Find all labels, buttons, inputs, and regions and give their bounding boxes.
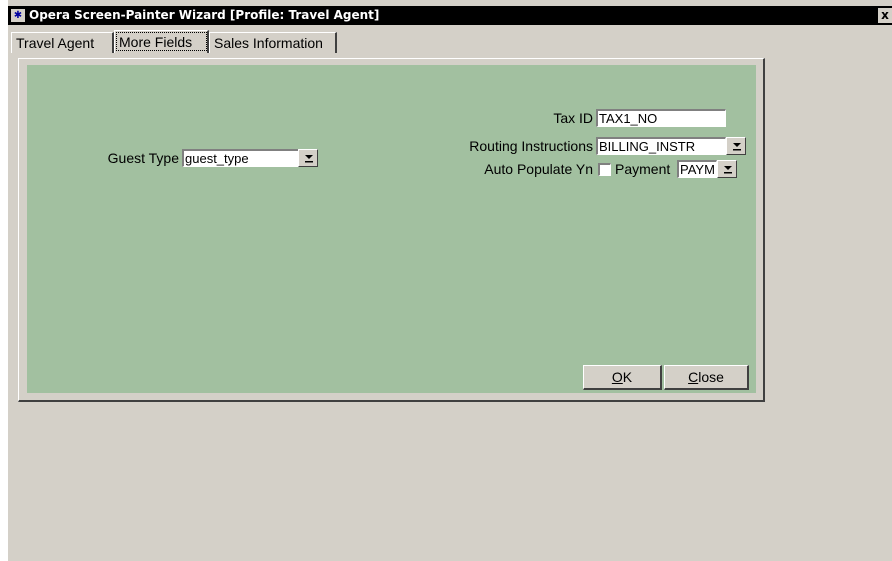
close-mnemonic: C	[688, 369, 699, 385]
guest-type-dropdown-button[interactable]	[298, 149, 318, 167]
tab-travel-agent[interactable]: Travel Agent	[11, 32, 114, 53]
ok-button[interactable]: OK	[583, 365, 662, 390]
chevron-down-icon	[733, 143, 741, 151]
tab-sales-information[interactable]: Sales Information	[209, 32, 337, 53]
payment-field[interactable]: PAYM	[677, 160, 717, 178]
close-label-rest: lose	[698, 369, 724, 385]
wizard-window: ✱ Opera Screen-Painter Wizard [Profile: …	[8, 6, 892, 561]
auto-populate-checkbox[interactable]	[598, 163, 611, 176]
routing-instructions-label: Routing Instructions	[469, 138, 593, 154]
window-title: Opera Screen-Painter Wizard [Profile: Tr…	[29, 8, 380, 22]
auto-populate-label: Auto Populate Yn	[484, 161, 593, 177]
close-button[interactable]: Close	[664, 365, 749, 390]
tab-more-fields[interactable]: More Fields	[114, 30, 209, 53]
tax-id-field[interactable]: TAX1_NO	[596, 109, 726, 127]
form-canvas: Guest Type guest_type Tax ID TAX1_NO Rou…	[27, 65, 756, 393]
tax-id-label: Tax ID	[553, 110, 593, 126]
ok-mnemonic: O	[611, 369, 623, 385]
chevron-down-icon	[305, 155, 313, 163]
app-icon: ✱	[11, 9, 25, 22]
routing-instructions-field[interactable]: BILLING_INSTR	[596, 137, 726, 155]
payment-dropdown-button[interactable]	[717, 160, 737, 178]
desktop-edge	[0, 0, 8, 561]
ok-label-rest: K	[622, 369, 633, 385]
guest-type-label: Guest Type	[107, 150, 179, 166]
title-bar[interactable]: ✱ Opera Screen-Painter Wizard [Profile: …	[8, 6, 892, 25]
payment-label: Payment	[615, 161, 671, 177]
tab-panel: Guest Type guest_type Tax ID TAX1_NO Rou…	[18, 58, 765, 402]
close-icon[interactable]: x	[878, 8, 892, 23]
guest-type-field[interactable]: guest_type	[182, 149, 300, 167]
chevron-down-icon	[724, 166, 732, 174]
routing-dropdown-button[interactable]	[726, 137, 746, 155]
